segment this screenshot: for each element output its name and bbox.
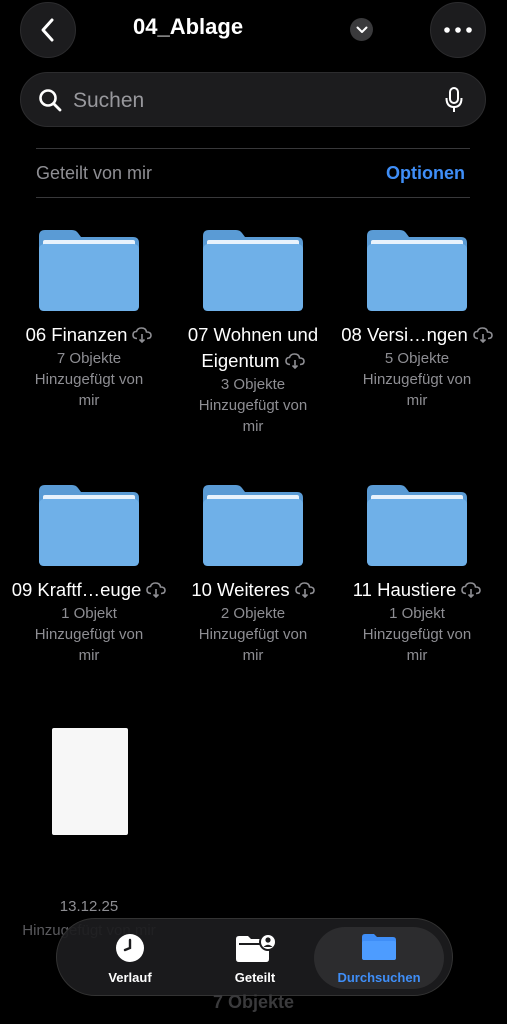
- folder-icon: [203, 485, 303, 566]
- folder-item[interactable]: 08 Versi…ngen 5 Objekte Hinzugefügt von …: [335, 228, 499, 411]
- folder-name: 08 Versi…ngen: [341, 324, 468, 345]
- document-thumbnail[interactable]: [52, 728, 128, 835]
- divider: [36, 197, 470, 198]
- folder-subtitle: Hinzugefügt von mir: [362, 626, 472, 664]
- folder-subtitle: Hinzugefügt von mir: [198, 397, 308, 435]
- search-placeholder: Suchen: [73, 89, 145, 112]
- ellipsis-icon: [444, 27, 472, 33]
- cloud-download-icon: [294, 582, 315, 598]
- page-title[interactable]: 04_Ablage: [133, 14, 243, 40]
- tab-geteilt[interactable]: Geteilt: [190, 927, 320, 989]
- folder-name: 11 Haustiere: [352, 579, 457, 600]
- folder-icon: [367, 485, 467, 566]
- tab-bar: Verlauf Geteilt Durchsuchen: [56, 918, 453, 996]
- document-date: 13.12.25: [59, 898, 119, 915]
- cloud-download-icon: [461, 582, 482, 598]
- folder-subtitle: Hinzugefügt von mir: [362, 371, 472, 409]
- folder-count: 1 Objekt: [389, 605, 445, 622]
- folder-item[interactable]: 09 Kraftf…euge 1 Objekt Hinzugefügt von …: [7, 483, 171, 666]
- folder-item[interactable]: 10 Weiteres 2 Objekte Hinzugefügt von mi…: [171, 483, 335, 666]
- tab-label: Durchsuchen: [337, 970, 421, 985]
- folder-icon: [39, 230, 139, 311]
- folder-name: 09 Kraftf…euge: [11, 579, 142, 600]
- section-label: Geteilt von mir: [36, 163, 153, 183]
- folder-icon: [367, 230, 467, 311]
- back-button[interactable]: [20, 2, 76, 58]
- tab-verlauf[interactable]: Verlauf: [65, 927, 195, 989]
- more-button[interactable]: [430, 2, 486, 58]
- shared-folder-icon: [236, 933, 275, 962]
- item-count: 7 Objekte: [212, 992, 295, 1012]
- folder-icon: [362, 934, 396, 960]
- folder-count: 5 Objekte: [384, 350, 450, 367]
- chevron-down-icon: [356, 26, 367, 33]
- tab-label: Verlauf: [108, 970, 152, 985]
- microphone-icon[interactable]: [444, 86, 464, 114]
- folder-icon: [39, 485, 139, 566]
- folder-subtitle: Hinzugefügt von mir: [34, 371, 144, 409]
- cloud-download-icon: [284, 353, 305, 369]
- divider: [36, 148, 470, 149]
- tab-durchsuchen[interactable]: Durchsuchen: [314, 927, 444, 989]
- folder-item[interactable]: 07 Wohnen und Eigentum 3 Objekte Hinzuge…: [171, 228, 335, 437]
- cloud-download-icon: [472, 327, 493, 343]
- folder-name: 06 Finanzen: [25, 324, 128, 345]
- clock-icon: [116, 934, 144, 962]
- folder-count: 2 Objekte: [220, 605, 286, 622]
- folder-count: 7 Objekte: [56, 350, 122, 367]
- folder-name: 10 Weiteres: [191, 579, 290, 600]
- search-field[interactable]: Suchen: [20, 72, 486, 127]
- title-menu-button[interactable]: [350, 18, 373, 41]
- folder-item[interactable]: 06 Finanzen 7 Objekte Hinzugefügt von mi…: [7, 228, 171, 411]
- folder-item[interactable]: 11 Haustiere 1 Objekt Hinzugefügt von mi…: [335, 483, 499, 666]
- folder-count: 3 Objekte: [220, 376, 286, 393]
- chevron-left-icon: [41, 18, 54, 42]
- search-icon: [39, 89, 62, 112]
- options-button[interactable]: Optionen: [386, 163, 465, 184]
- cloud-download-icon: [146, 582, 167, 598]
- folder-count: 1 Objekt: [61, 605, 117, 622]
- cloud-download-icon: [132, 327, 153, 343]
- tab-label: Geteilt: [234, 970, 276, 985]
- folder-icon: [203, 230, 303, 311]
- folder-subtitle: Hinzugefügt von mir: [34, 626, 144, 664]
- folder-subtitle: Hinzugefügt von mir: [198, 626, 308, 664]
